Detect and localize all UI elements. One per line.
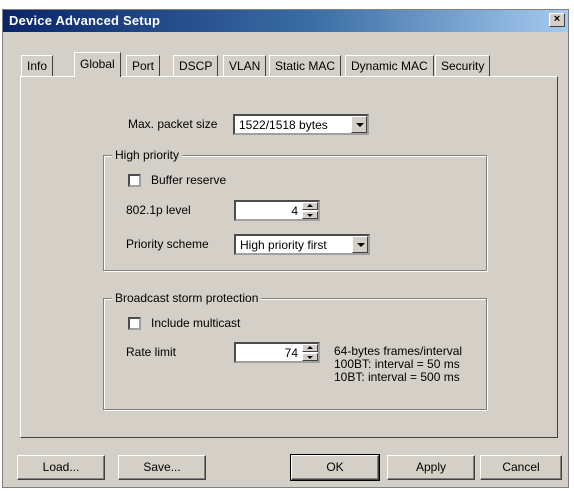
tab-port[interactable]: Port [126,55,161,76]
cancel-button[interactable]: Cancel [480,455,562,480]
rate-limit-spinner[interactable]: 74 [234,342,320,363]
level-value: 4 [291,204,298,218]
ok-button[interactable]: OK [290,454,380,481]
title-bar: Device Advanced Setup × [3,10,568,32]
tab-info[interactable]: Info [21,55,54,76]
level-spin-buttons [302,202,318,219]
include-multicast-checkbox[interactable] [128,317,141,330]
global-tab-panel: Max. packet size 1522/1518 bytes High pr… [20,76,558,438]
rate-limit-spin-buttons [302,344,318,361]
device-advanced-setup-dialog: Device Advanced Setup × Info Global Port… [2,9,569,488]
priority-scheme-select[interactable]: High priority first [234,234,370,255]
priority-scheme-label: Priority scheme [126,237,209,251]
tab-dynamic-mac[interactable]: Dynamic MAC [345,55,434,76]
chevron-down-icon [356,123,364,127]
high-priority-group: High priority Buffer reserve 802.1p leve… [103,148,487,271]
rate-limit-increment-button[interactable] [302,344,318,352]
close-icon: × [553,13,561,25]
level-label: 802.1p level [126,203,191,217]
buffer-reserve-checkbox[interactable] [128,174,141,187]
priority-scheme-dropdown-button[interactable] [352,236,368,253]
save-button[interactable]: Save... [118,455,206,480]
max-packet-size-select[interactable]: 1522/1518 bytes [233,114,369,135]
max-packet-size-dropdown-button[interactable] [351,116,367,133]
load-button[interactable]: Load... [17,455,105,480]
level-increment-button[interactable] [302,202,318,210]
high-priority-title: High priority [112,148,183,162]
broadcast-storm-title: Broadcast storm protection [112,291,262,305]
chevron-down-icon [357,243,365,247]
tab-vlan[interactable]: VLAN [223,55,267,76]
apply-button[interactable]: Apply [387,455,475,480]
rate-note-100bt: 100BT: interval = 50 ms [334,357,460,371]
priority-scheme-value: High priority first [240,238,327,252]
rate-note-10bt: 10BT: interval = 500 ms [334,370,460,384]
rate-limit-decrement-button[interactable] [302,353,318,361]
tab-static-mac[interactable]: Static MAC [269,55,342,76]
max-packet-size-label: Max. packet size [128,117,218,131]
broadcast-storm-group: Broadcast storm protection Include multi… [103,291,487,410]
window-title: Device Advanced Setup [9,13,161,28]
tab-security[interactable]: Security [435,55,491,76]
rate-note-frames: 64-bytes frames/interval [334,344,463,358]
tab-dscp[interactable]: DSCP [173,55,219,76]
level-spinner[interactable]: 4 [234,200,320,221]
close-button[interactable]: × [549,13,565,27]
max-packet-size-value: 1522/1518 bytes [239,118,328,132]
buffer-reserve-label: Buffer reserve [151,173,227,187]
level-decrement-button[interactable] [302,211,318,219]
include-multicast-label: Include multicast [151,316,241,330]
tab-global[interactable]: Global [74,52,121,77]
rate-limit-value: 74 [284,346,298,360]
rate-limit-label: Rate limit [126,345,177,359]
